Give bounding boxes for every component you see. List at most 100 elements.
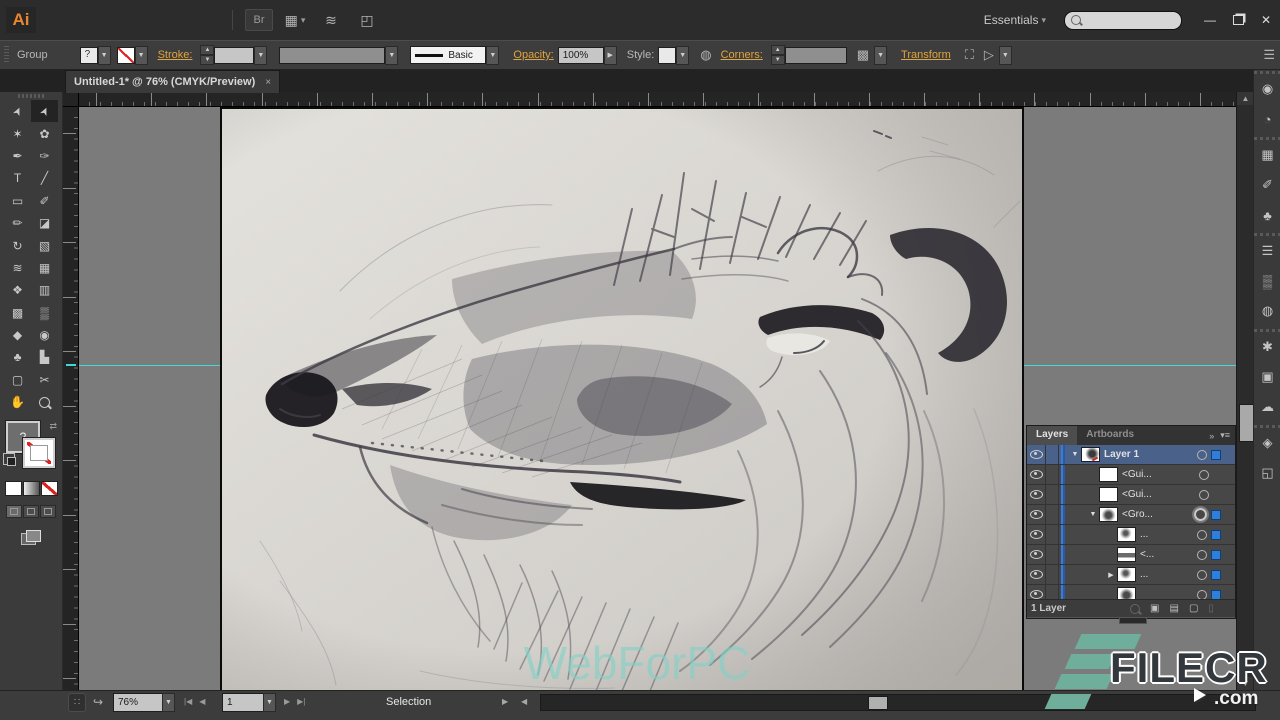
visibility-eye-icon[interactable] (1027, 485, 1046, 504)
visibility-eye-icon[interactable] (1027, 505, 1046, 524)
brushes-panel-button[interactable]: ✐ (1254, 170, 1280, 200)
arrange-documents-icon[interactable]: ▦ ▾ (281, 9, 309, 31)
document-tab-close-icon[interactable]: × (265, 77, 271, 88)
stroke-panel-button[interactable]: ☰ (1254, 233, 1280, 266)
color-panel-button[interactable]: ◉ (1254, 71, 1280, 104)
default-fill-stroke-icon[interactable] (3, 453, 16, 467)
variable-width-profile-field[interactable] (279, 46, 386, 64)
opacity-dropdown-button[interactable]: ▶ (603, 45, 617, 65)
opacity-field[interactable]: 100% (557, 46, 604, 64)
gradient-tool[interactable]: ▒ (31, 302, 58, 324)
pen-tool[interactable]: ✒ (4, 145, 31, 167)
graph-tool[interactable]: ▙ (31, 346, 58, 368)
lock-toggle[interactable] (1046, 505, 1059, 524)
search-box[interactable] (1064, 10, 1182, 30)
layer-row-item1[interactable]: ▼ ... (1027, 525, 1235, 545)
visibility-eye-icon[interactable] (1027, 585, 1046, 599)
lasso-tool[interactable]: ✿ (31, 122, 58, 144)
lock-toggle[interactable] (1046, 585, 1059, 599)
delete-layer-icon[interactable]: ▯ (1208, 603, 1214, 614)
shape-options-dropdown[interactable]: ▼ (998, 45, 1012, 65)
tab-artboards[interactable]: Artboards (1077, 426, 1143, 445)
stroke-dropdown-button[interactable]: ▼ (134, 45, 148, 65)
menu-help[interactable] (204, 9, 224, 31)
stroke-panel-link[interactable]: Stroke: (158, 49, 193, 61)
stroke-indicator[interactable] (23, 438, 55, 469)
selection-indicator[interactable] (1211, 569, 1221, 580)
width-tool[interactable]: ≋ (4, 257, 31, 279)
rectangle-tool[interactable]: ▭ (4, 190, 31, 212)
selection-tool[interactable]: ➤ (4, 100, 31, 122)
rotate-tool[interactable]: ↻ (4, 234, 31, 256)
first-artboard-button[interactable]: |◀ (184, 697, 192, 706)
symbol-sprayer-tool[interactable]: ♣ (4, 346, 31, 368)
menu-window[interactable] (184, 9, 204, 31)
layer-row-item3[interactable]: ▶ ... (1027, 565, 1235, 585)
draw-normal-button[interactable] (6, 505, 22, 519)
ruler-origin-corner[interactable] (62, 92, 79, 107)
gradient-panel-button[interactable]: ▒ (1254, 266, 1280, 296)
align-icon[interactable]: ⛶ (965, 47, 974, 63)
lock-toggle[interactable] (1046, 525, 1059, 544)
document-tab[interactable]: Untitled-1* @ 76% (CMYK/Preview) × (65, 70, 281, 93)
eyedropper-tool[interactable]: ◆ (4, 324, 31, 346)
style-dropdown-button[interactable]: ▼ (676, 45, 690, 65)
draw-inside-button[interactable] (40, 505, 56, 519)
previous-artboard-button[interactable]: ◀ (199, 697, 205, 706)
scroll-up-button[interactable]: ▲ (1237, 92, 1254, 105)
swap-fill-stroke-icon[interactable]: ⇄ (49, 421, 57, 432)
scroll-step-left[interactable]: ◀ (521, 693, 527, 710)
target-circle-icon[interactable] (1194, 508, 1207, 521)
perspective-grid-tool[interactable]: ▦ (31, 257, 58, 279)
layer-row-guide2[interactable]: ▼ <Gui... (1027, 485, 1235, 505)
touch-workspace-icon[interactable]: ◰ (353, 9, 381, 31)
transparency-panel-button[interactable]: ◍ (1254, 296, 1280, 326)
horizontal-ruler[interactable] (78, 92, 1236, 107)
none-mode-button[interactable] (40, 481, 58, 497)
scroll-step-right[interactable]: ▶ (502, 693, 508, 710)
brush-dropdown-button[interactable]: ▼ (486, 45, 500, 65)
horizontal-scroll-thumb[interactable] (868, 696, 888, 710)
layer-row-group[interactable]: ▼ <Gro... (1027, 505, 1235, 525)
creative-cloud-panel-button[interactable]: ☁ (1254, 392, 1280, 422)
selection-indicator[interactable] (1211, 449, 1221, 460)
menu-edit[interactable] (64, 9, 84, 31)
next-artboard-button[interactable]: ▶ (284, 697, 290, 706)
style-swatch[interactable] (658, 46, 677, 64)
slice-tool[interactable]: ✂ (31, 369, 58, 391)
target-circle-icon[interactable] (1197, 449, 1207, 460)
target-circle-icon[interactable] (1199, 489, 1209, 500)
horizontal-guide[interactable] (1024, 365, 1236, 366)
artboard-tool[interactable]: ▢ (4, 369, 31, 391)
vertical-ruler[interactable] (62, 106, 79, 690)
visibility-eye-icon[interactable] (1027, 465, 1046, 484)
menu-view[interactable] (164, 9, 184, 31)
last-artboard-button[interactable]: ▶| (297, 697, 305, 706)
gradient-mode-button[interactable] (22, 481, 40, 497)
target-circle-icon[interactable] (1197, 529, 1207, 540)
share-icon[interactable]: ↪ (89, 693, 107, 710)
lock-toggle[interactable] (1046, 465, 1059, 484)
layer-row-guide1[interactable]: ▼ <Gui... (1027, 465, 1235, 485)
control-panel-menu-icon[interactable]: ☰ (1263, 47, 1275, 63)
layer-row-item2[interactable]: ▼ <... (1027, 545, 1235, 565)
brush-definition-field[interactable]: Basic (410, 46, 487, 64)
menu-type[interactable] (104, 9, 124, 31)
layer-row-item4[interactable]: ▼ (1027, 585, 1235, 599)
magic-wand-tool[interactable]: ✶ (4, 122, 31, 144)
shape-options-icon[interactable]: ▷ (984, 47, 994, 63)
search-input[interactable] (1081, 13, 1175, 27)
horizontal-scrollbar[interactable] (540, 694, 1256, 711)
pencil-tool[interactable]: ✏ (4, 212, 31, 234)
menu-select[interactable] (124, 9, 144, 31)
horizontal-guide[interactable] (78, 365, 220, 366)
expand-toggle-icon[interactable]: ▼ (1088, 511, 1098, 518)
panel-menu-icon[interactable]: ▾≡ (1220, 430, 1230, 441)
layer-row-layer1[interactable]: ▼ Layer 1 (1027, 445, 1235, 465)
blend-tool[interactable]: ◉ (31, 324, 58, 346)
target-circle-icon[interactable] (1197, 589, 1207, 599)
stroke-color-swatch[interactable] (116, 46, 135, 64)
layers-panel-button[interactable]: ◈ (1254, 425, 1280, 458)
lock-toggle[interactable] (1046, 565, 1059, 584)
artboard[interactable]: WebForPC (220, 107, 1024, 690)
